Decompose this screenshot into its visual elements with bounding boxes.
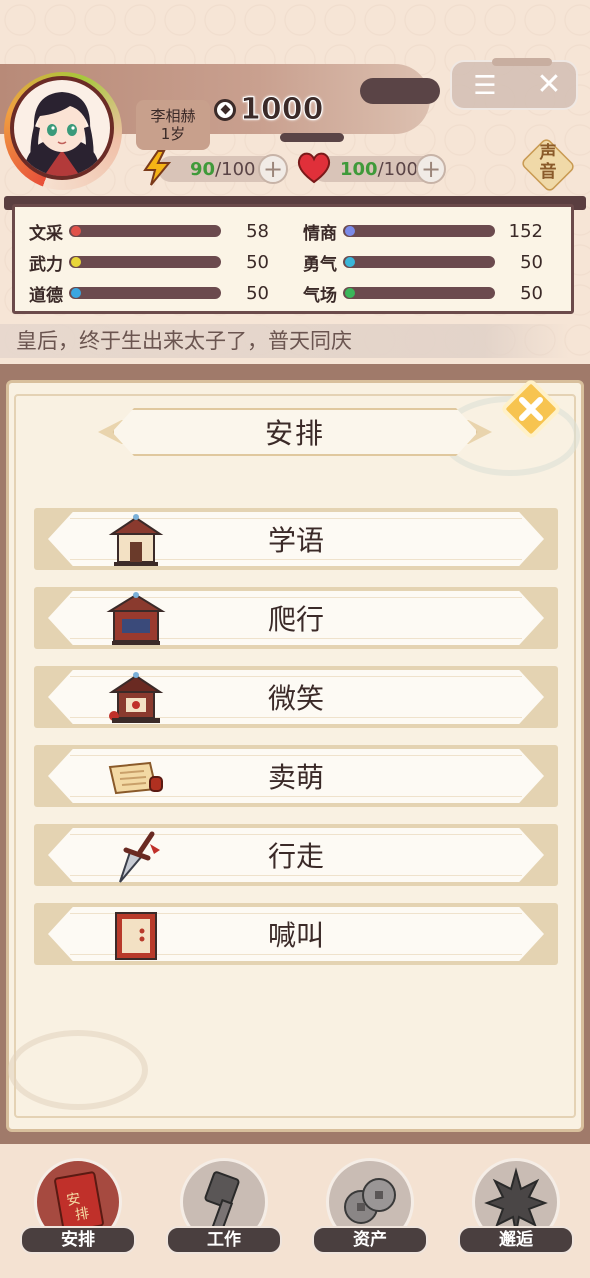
attribute-bar (343, 256, 495, 268)
nav-tab-work[interactable]: 工作 (166, 1158, 282, 1258)
sound-label-line2: 音 (539, 162, 557, 182)
attribute-row: 道德 50 (29, 281, 269, 306)
sound-label-line1: 声 (539, 143, 557, 163)
attribute-row: 武力 50 (29, 250, 269, 275)
action-label: 微笑 (267, 682, 324, 715)
action-label: 学语 (267, 524, 324, 557)
attribute-value: 50 (520, 251, 543, 273)
news-marquee: 皇后，终于生出来太子了，普天同庆 (0, 324, 570, 358)
attribute-value: 58 (246, 220, 269, 242)
action-button-act-cute[interactable]: 卖萌 (34, 745, 558, 807)
attribute-row: 文采 58 (29, 219, 269, 244)
attribute-value: 152 (508, 220, 543, 242)
dialog-title: 安排 (264, 417, 325, 450)
energy-meter: 90 /100 + (158, 154, 288, 184)
coin-icon (214, 98, 236, 121)
coin-counter: 1000 (214, 92, 324, 128)
attribute-label: 情商 (303, 223, 337, 244)
character-age: 1岁 (160, 125, 186, 143)
action-label: 爬行 (267, 603, 324, 636)
action-label: 行走 (267, 840, 324, 873)
close-dialog-button[interactable] (500, 378, 562, 440)
attribute-label: 勇气 (303, 254, 337, 275)
attribute-bar (343, 225, 495, 237)
action-label: 卖萌 (267, 761, 324, 794)
action-label: 喊叫 (267, 919, 324, 952)
status-band-accent (360, 78, 440, 104)
menu-icon[interactable]: ☰ (472, 73, 498, 99)
nav-label: 资产 (312, 1226, 428, 1254)
attribute-value: 50 (246, 251, 269, 273)
svg-text:排: 排 (74, 1206, 91, 1224)
nav-label: 邂逅 (458, 1226, 574, 1254)
health-current: 100 (340, 158, 378, 180)
menu-pill-top (492, 58, 552, 66)
attribute-row: 气场 50 (303, 281, 543, 306)
attribute-row: 情商 152 (303, 219, 543, 244)
avatar[interactable] (10, 76, 114, 180)
sound-button-label[interactable]: 声 音 (522, 144, 574, 182)
health-add-button[interactable]: + (416, 154, 446, 184)
attribute-bar (69, 287, 221, 299)
nav-label: 安排 (20, 1226, 136, 1254)
action-button-walk[interactable]: 行走 (34, 824, 558, 886)
attribute-panel: 文采 58 情商 152 武力 50 勇气 50 道德 50 气场 50 (12, 204, 574, 314)
lightning-bolt-icon (143, 150, 172, 186)
energy-current: 90 (190, 158, 216, 180)
attribute-label: 武力 (29, 254, 63, 275)
dialog-title-banner: 安排 (112, 408, 478, 456)
action-button-crawl[interactable]: 爬行 (34, 587, 558, 649)
attribute-row: 勇气 50 (303, 250, 543, 275)
cloud-decoration (8, 1030, 148, 1110)
coin-amount: 1000 (240, 92, 324, 128)
attribute-bar (69, 256, 221, 268)
character-name: 李相赫 (150, 107, 196, 125)
nav-tab-encounter[interactable]: 邂逅 (458, 1158, 574, 1258)
attribute-label: 气场 (303, 285, 337, 306)
action-button-shout[interactable]: 喊叫 (34, 903, 558, 965)
exit-icon[interactable]: ✕ (534, 70, 564, 100)
heart-icon (297, 152, 331, 184)
nav-label: 工作 (166, 1226, 282, 1254)
coin-underbar (280, 133, 344, 142)
action-button-smile[interactable]: 微笑 (34, 666, 558, 728)
health-max: /100 (377, 158, 418, 180)
attribute-value: 50 (246, 282, 269, 304)
nav-tab-assets[interactable]: 资产 (312, 1158, 428, 1258)
top-menu-pill: ☰ ✕ (450, 58, 578, 110)
nav-tab-arrange[interactable]: 安 排 安排 (20, 1158, 136, 1258)
attribute-bar (343, 287, 495, 299)
attribute-label: 文采 (29, 223, 63, 244)
attribute-label: 道德 (29, 285, 63, 306)
character-name-plate: 李相赫 1岁 (136, 100, 210, 150)
attribute-value: 50 (520, 282, 543, 304)
energy-add-button[interactable]: + (258, 154, 288, 184)
character-portrait-icon (24, 92, 100, 176)
energy-max: /100 (215, 158, 256, 180)
attribute-bar (69, 225, 221, 237)
action-button-learn-speech[interactable]: 学语 (34, 508, 558, 570)
